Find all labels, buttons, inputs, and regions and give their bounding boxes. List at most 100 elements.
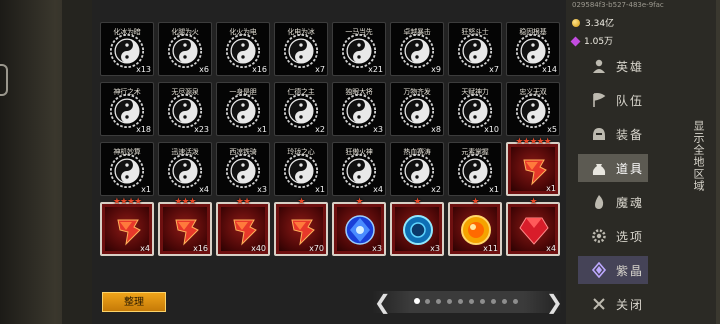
star-rating: ★★★★ [112, 197, 142, 207]
menu-item-label: 队伍 [616, 94, 645, 108]
show-area-toggle[interactable]: 显示全地区域 [692, 120, 706, 192]
item-slot[interactable]: ★ x70 [274, 197, 328, 256]
menu-item-label: 道具 [616, 162, 645, 176]
flame-icon [595, 195, 604, 209]
menu-item-person[interactable]: 英雄 [578, 52, 648, 80]
item-slot[interactable]: ★ x11 [448, 197, 502, 256]
inventory-panel: 化冰为暗 x13 化腿为火 x6 化火为电 x16 化电为冰 x7 一马当先 x21 卓越暴击 x9 狂… [92, 0, 566, 324]
menu-item-flag[interactable]: 队伍 [578, 86, 648, 114]
item-slot[interactable]: ★ x3 [332, 197, 386, 256]
page-dot[interactable] [502, 299, 507, 304]
item-count: x13 [136, 65, 151, 74]
back-tab[interactable] [0, 64, 8, 96]
item-count: x40 [251, 244, 266, 253]
crystal-value: 1.05万 [584, 37, 614, 47]
yin-yang-icon [284, 154, 318, 188]
item-slot[interactable]: 仁德之主 x2 [274, 82, 328, 136]
item-count: x3 [257, 185, 267, 194]
star-rating: ★ [355, 197, 363, 207]
yin-yang-icon [168, 34, 202, 68]
page-dot[interactable] [436, 299, 441, 304]
item-slot[interactable]: 热血赛涛 x2 [390, 142, 444, 196]
menu-item-helmet[interactable]: 装备 [578, 120, 648, 148]
menu-item-label: 紫晶 [616, 264, 645, 278]
item-count: x11 [483, 244, 498, 253]
pager-bar [372, 291, 562, 313]
item-slot[interactable]: 化腿为火 x6 [158, 22, 212, 76]
blue-orb-icon [403, 215, 433, 245]
yin-yang-icon [110, 94, 144, 128]
yin-yang-icon [284, 94, 318, 128]
yin-yang-icon [458, 154, 492, 188]
item-slot[interactable]: 万物齐发 x8 [390, 82, 444, 136]
crystal-shard-icon [523, 159, 547, 186]
item-slot[interactable]: 神机妙算 x1 [100, 142, 154, 196]
item-slot[interactable]: 狂傲火神 x4 [332, 142, 386, 196]
sort-button[interactable]: 整理 [102, 292, 166, 312]
yin-yang-icon [516, 94, 550, 128]
item-slot[interactable]: 一身是胆 x1 [216, 82, 270, 136]
item-slot[interactable]: 元素掌握 x1 [448, 142, 502, 196]
item-count: x4 [140, 244, 150, 253]
menu-item-crystal[interactable]: 紫晶 [578, 256, 648, 284]
crystal-shard-icon [175, 219, 199, 246]
item-slot[interactable]: ★★★★ x4 [100, 197, 154, 256]
item-slot[interactable]: 迅速活泼 x4 [158, 142, 212, 196]
item-count: x3 [372, 244, 382, 253]
menu-item-gear[interactable]: 选项 [578, 222, 648, 250]
item-count: x4 [373, 185, 383, 194]
item-slot[interactable]: 独眼大将 x3 [332, 82, 386, 136]
item-count: x9 [431, 65, 441, 74]
yin-yang-icon [400, 154, 434, 188]
item-slot[interactable]: 玲珑之心 x1 [274, 142, 328, 196]
item-slot[interactable]: 稳固根基 x14 [506, 22, 560, 76]
item-slot[interactable]: 化电为冰 x7 [274, 22, 328, 76]
item-count: x16 [193, 244, 208, 253]
menu-item-bag[interactable]: 道具 [578, 154, 648, 182]
item-count: x1 [489, 185, 499, 194]
item-count: x3 [373, 125, 383, 134]
item-slot[interactable]: ★★★★★ x1 [506, 137, 560, 196]
yin-yang-icon [226, 94, 260, 128]
item-count: x4 [199, 185, 209, 194]
page-dot[interactable] [513, 299, 518, 304]
coin-value: 3.34亿 [585, 19, 615, 29]
star-rating: ★ [471, 197, 479, 207]
item-slot[interactable]: 一马当先 x21 [332, 22, 386, 76]
page-dot[interactable] [458, 299, 463, 304]
item-slot[interactable]: 化火为电 x16 [216, 22, 270, 76]
item-slot[interactable]: 神行之术 x18 [100, 82, 154, 136]
item-slot[interactable]: 化冰为暗 x13 [100, 22, 154, 76]
menu-item-close[interactable]: 关闭 [578, 290, 648, 318]
page-dot[interactable] [414, 298, 420, 304]
item-slot[interactable]: ★ x3 [390, 197, 444, 256]
coin-icon [572, 19, 580, 27]
item-slot[interactable]: ★★ x40 [216, 197, 270, 256]
item-slot[interactable]: 无尽源泉 x23 [158, 82, 212, 136]
page-dot[interactable] [447, 299, 452, 304]
item-slot[interactable]: 狂怒斗士 x7 [448, 22, 502, 76]
item-slot[interactable]: 天赋神力 x10 [448, 82, 502, 136]
item-slot[interactable]: 西凉铁骑 x3 [216, 142, 270, 196]
item-slot[interactable]: 卓越暴击 x9 [390, 22, 444, 76]
right-sidebar: 029584f3-b527-483e-9fac 3.34亿 1.05万 英雄 队伍… [566, 0, 720, 324]
star-rating: ★ [529, 197, 537, 207]
item-count: x5 [547, 125, 557, 134]
page-dot[interactable] [469, 299, 474, 304]
page-dot[interactable] [425, 299, 430, 304]
item-slot[interactable]: 忠义无双 x5 [506, 82, 560, 136]
menu-item-label: 关闭 [616, 298, 645, 312]
star-rating: ★ [413, 197, 421, 207]
page-dot[interactable] [480, 299, 485, 304]
menu-item-label: 选项 [616, 230, 645, 244]
coin-counter: 3.34亿 [572, 16, 614, 30]
next-page-arrow-icon[interactable]: ❯ [546, 289, 563, 315]
item-slot[interactable]: ★★★ x16 [158, 197, 212, 256]
item-slot[interactable]: ★ x4 [506, 197, 560, 256]
menu-item-flame[interactable]: 魔魂 [578, 188, 648, 216]
prev-page-arrow-icon[interactable]: ❮ [374, 289, 391, 315]
page-dot[interactable] [491, 299, 496, 304]
star-rating: ★ [297, 197, 305, 207]
item-count: x6 [199, 65, 209, 74]
left-background [0, 0, 92, 324]
